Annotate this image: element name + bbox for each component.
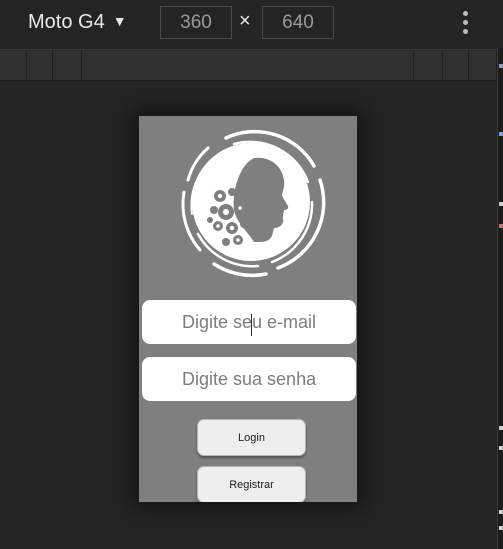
code-fragment bbox=[499, 446, 503, 450]
media-query-segment[interactable] bbox=[414, 50, 443, 80]
code-fragment bbox=[499, 426, 503, 430]
password-input[interactable] bbox=[142, 357, 356, 401]
code-fragment bbox=[499, 526, 503, 530]
text-cursor bbox=[251, 314, 252, 336]
times-symbol: × bbox=[239, 10, 251, 32]
device-selector[interactable]: Moto G4 ▼ bbox=[28, 11, 127, 34]
register-button[interactable]: Registrar bbox=[197, 466, 306, 502]
code-fragment bbox=[499, 224, 503, 228]
code-fragment bbox=[499, 64, 503, 68]
adjacent-panel-edge bbox=[497, 48, 503, 549]
device-name: Moto G4 bbox=[28, 11, 105, 33]
media-query-bar bbox=[0, 49, 497, 81]
code-fragment bbox=[499, 132, 503, 136]
code-fragment bbox=[499, 510, 503, 514]
code-fragment bbox=[499, 202, 503, 206]
media-query-segment[interactable] bbox=[82, 50, 414, 80]
login-button[interactable]: Login bbox=[197, 419, 306, 456]
device-toolbar: Moto G4 ▼ × bbox=[0, 0, 503, 48]
head-with-gears-logo bbox=[181, 129, 326, 278]
height-input[interactable] bbox=[262, 6, 334, 39]
email-input[interactable] bbox=[142, 300, 356, 344]
media-query-segment[interactable] bbox=[0, 50, 27, 80]
media-query-segment[interactable] bbox=[53, 50, 82, 80]
kebab-menu-icon[interactable] bbox=[459, 11, 471, 37]
media-query-segment[interactable] bbox=[27, 50, 53, 80]
caret-down-icon: ▼ bbox=[112, 12, 127, 29]
media-query-segment[interactable] bbox=[443, 50, 469, 80]
device-viewport: Login Registrar bbox=[139, 116, 357, 502]
media-query-segment[interactable] bbox=[469, 50, 497, 80]
width-input[interactable] bbox=[160, 6, 232, 39]
